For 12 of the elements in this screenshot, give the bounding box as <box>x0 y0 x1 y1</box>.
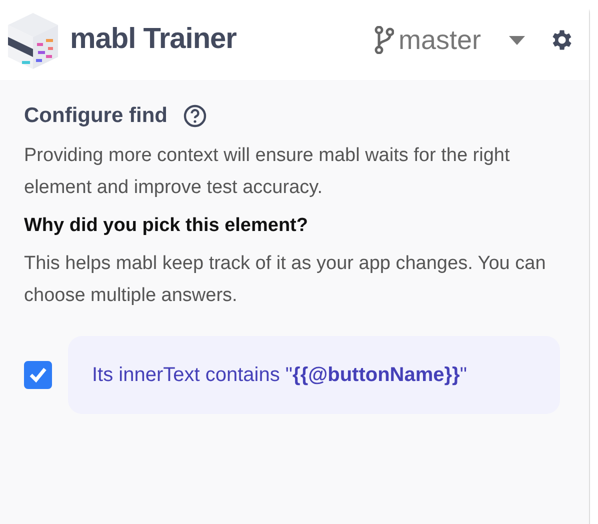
caret-icon <box>509 36 525 44</box>
description-text: Providing more context will ensure mabl waits for the right element and improve test accuracy. <box>24 144 511 200</box>
help-icon[interactable] <box>183 104 208 128</box>
hint-text: This helps mabl keep track of it as your app changes. You can choose multiple answers. <box>24 252 547 308</box>
checkbox[interactable] <box>24 361 52 389</box>
question-heading: Why did you pick this element? <box>24 214 309 238</box>
branch-dropdown[interactable]: master <box>374 20 525 60</box>
app-title: mabl Trainer <box>70 22 236 58</box>
branch-icon <box>374 26 394 54</box>
section-title: Configure find <box>24 103 168 129</box>
answer-option[interactable]: Its innerText contains "{{@buttonName}}" <box>68 336 560 414</box>
check-icon <box>29 367 47 383</box>
